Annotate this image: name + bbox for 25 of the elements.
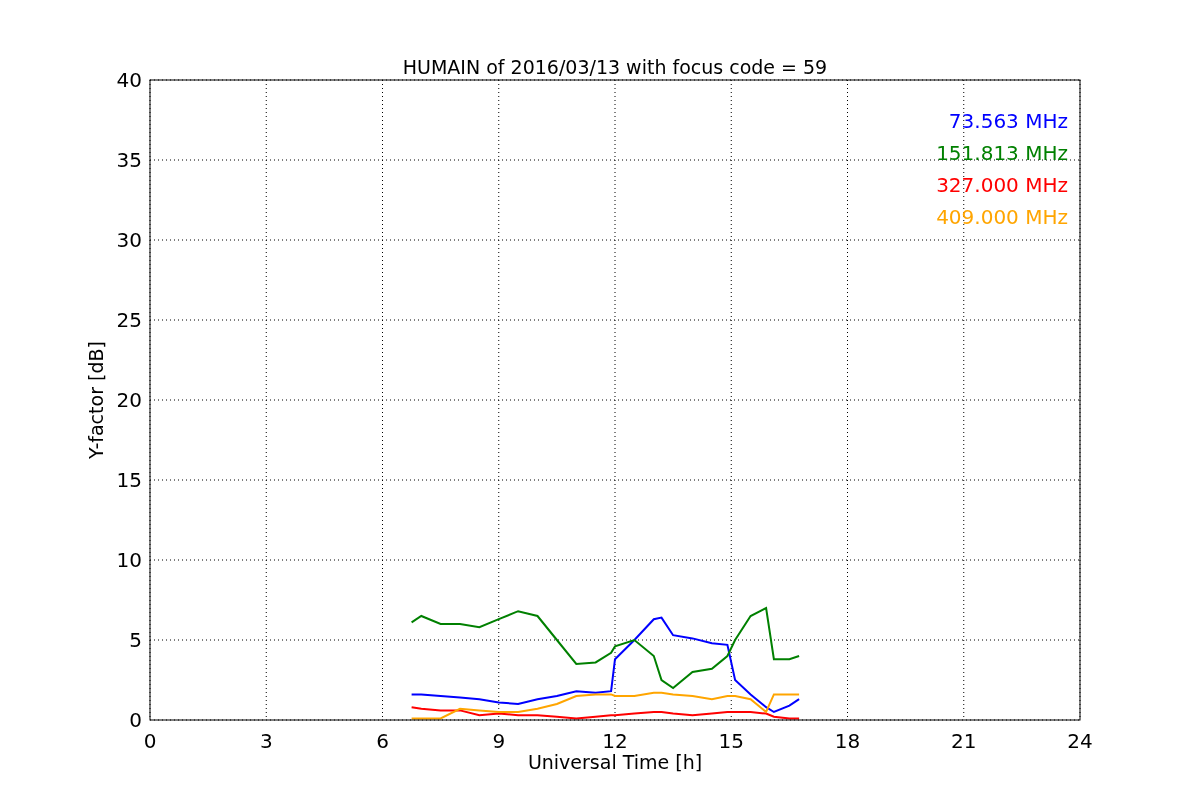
tick-label: 21: [951, 729, 977, 753]
tick-label: 6: [376, 729, 389, 753]
chart-title: HUMAIN of 2016/03/13 with focus code = 59: [402, 56, 828, 78]
tick-label: 15: [116, 468, 142, 492]
tick-label: 35: [116, 148, 142, 172]
legend-label: 151.813 MHz: [936, 141, 1068, 165]
tick-label: 20: [116, 388, 142, 412]
legend-label: 409.000 MHz: [936, 205, 1068, 229]
tick-label: 9: [492, 729, 506, 753]
tick-label: 0: [143, 729, 157, 753]
axis-label: Universal Time [h]: [527, 751, 703, 773]
tick-label: 25: [116, 308, 142, 332]
tick-label: 0: [129, 708, 142, 732]
tick-label: 18: [834, 729, 861, 753]
tick-label: 10: [116, 548, 142, 572]
tick-label: 24: [1067, 729, 1093, 753]
legend-label: 73.563 MHz: [948, 109, 1068, 133]
tick-label: 15: [718, 729, 744, 753]
legend-label: 327.000 MHz: [936, 173, 1068, 197]
axis-label: Y-factor [dB]: [85, 341, 107, 459]
tick-label: 5: [129, 628, 142, 652]
tick-label: 40: [116, 68, 142, 92]
tick-label: 30: [116, 228, 142, 252]
tick-label: 12: [602, 729, 628, 753]
tick-label: 3: [259, 729, 273, 753]
